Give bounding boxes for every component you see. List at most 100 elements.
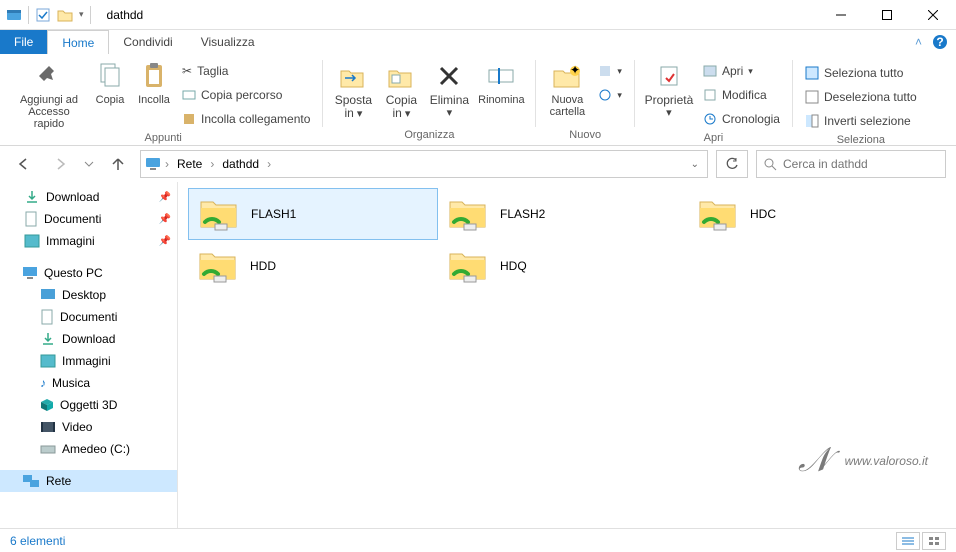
tree-download[interactable]: Download📌 (0, 186, 177, 208)
tree-documents2[interactable]: Documenti (0, 306, 177, 328)
copy-to-button[interactable]: Copia in ▾ (377, 56, 425, 120)
pc-icon (145, 157, 161, 171)
invert-selection-button[interactable]: Inverti selezione (801, 110, 921, 132)
new-item-icon (598, 64, 612, 78)
view-switcher (896, 532, 946, 550)
separator (322, 60, 323, 127)
svg-text:✦: ✦ (570, 63, 580, 77)
copy-path-button[interactable]: Copia percorso (178, 84, 314, 106)
tab-file[interactable]: File (0, 30, 47, 54)
history-button[interactable]: Cronologia (699, 108, 784, 130)
folder-item[interactable]: FLASH2 (438, 188, 688, 240)
move-to-button[interactable]: Sposta in ▾ (329, 56, 377, 120)
tree-music[interactable]: ♪Musica (0, 372, 177, 394)
tree-this-pc[interactable]: Questo PC (0, 262, 177, 284)
network-folder-icon (197, 194, 241, 234)
music-icon: ♪ (40, 376, 46, 390)
window-controls (818, 0, 956, 30)
network-folder-icon (196, 246, 240, 286)
tree-c-drive[interactable]: Amedeo (C:) (0, 438, 177, 460)
pin-icon (36, 60, 62, 92)
folder-item[interactable]: HDC (688, 188, 938, 240)
close-button[interactable] (910, 0, 956, 30)
download-icon (40, 331, 56, 347)
network-icon (22, 474, 40, 488)
tree-documents[interactable]: Documenti📌 (0, 208, 177, 230)
tree-desktop[interactable]: Desktop (0, 284, 177, 306)
group-label: Seleziona (799, 132, 923, 150)
breadcrumb-folder[interactable]: dathdd (218, 157, 263, 171)
tree-pictures[interactable]: Immagini📌 (0, 230, 177, 252)
group-label: Organizza (329, 127, 529, 145)
ribbon-collapse-icon[interactable]: ˄ (915, 35, 922, 49)
new-folder-button[interactable]: ✦ Nuova cartella (542, 56, 592, 118)
back-button[interactable] (10, 150, 38, 178)
copy-button[interactable]: Copia (88, 56, 132, 106)
tree-download2[interactable]: Download (0, 328, 177, 350)
chevron-right-icon[interactable]: › (165, 157, 169, 171)
forward-button[interactable] (46, 150, 74, 178)
search-input[interactable] (783, 157, 939, 171)
select-all-button[interactable]: Seleziona tutto (801, 62, 921, 84)
chevron-right-icon[interactable]: › (210, 157, 214, 171)
address-dropdown-icon[interactable]: ⌄ (691, 159, 699, 170)
qat-dropdown-icon[interactable]: ▾ (79, 9, 84, 20)
tree-video[interactable]: Video (0, 416, 177, 438)
tree-network[interactable]: Rete (0, 470, 177, 492)
content-pane[interactable]: FLASH1 FLASH2 HDC HDD HDQ (178, 182, 956, 528)
ribbon-tabs: File Home Condividi Visualizza ˄ ? (0, 30, 956, 54)
group-label: Nuovo (542, 127, 628, 145)
tab-share[interactable]: Condividi (109, 30, 186, 54)
status-bar: 6 elementi (0, 528, 956, 552)
tab-view[interactable]: Visualizza (187, 30, 269, 54)
details-view-button[interactable] (896, 532, 920, 550)
folder-name: FLASH2 (500, 207, 545, 221)
svg-text:?: ? (936, 35, 943, 49)
new-item-button[interactable]: ▾ (594, 60, 626, 82)
paste-shortcut-button[interactable]: Incolla collegamento (178, 108, 314, 130)
group-label: Apri (641, 130, 786, 148)
tab-home[interactable]: Home (47, 30, 109, 54)
maximize-button[interactable] (864, 0, 910, 30)
folder-item[interactable]: FLASH1 (188, 188, 438, 240)
pin-quick-access-button[interactable]: Aggiungi ad Accesso rapido (10, 56, 88, 130)
help-icon[interactable]: ? (932, 34, 948, 50)
new-folder-icon: ✦ (552, 60, 582, 92)
separator (535, 60, 536, 127)
breadcrumb-root[interactable]: Rete (173, 157, 206, 171)
minimize-button[interactable] (818, 0, 864, 30)
tree-pictures2[interactable]: Immagini (0, 350, 177, 372)
up-button[interactable] (104, 150, 132, 178)
chevron-right-icon[interactable]: › (267, 157, 271, 171)
tree-3d[interactable]: Oggetti 3D (0, 394, 177, 416)
paste-button[interactable]: Incolla (132, 56, 176, 106)
address-bar[interactable]: › Rete › dathdd › ⌄ (140, 150, 708, 178)
drive-icon (40, 443, 56, 455)
folder-small-icon[interactable] (57, 7, 73, 23)
search-box[interactable] (756, 150, 946, 178)
edit-button[interactable]: Modifica (699, 84, 784, 106)
delete-button[interactable]: Elimina▾ (425, 56, 473, 119)
rename-button[interactable]: Rinomina (473, 56, 529, 106)
easy-access-button[interactable]: ▾ (594, 84, 626, 106)
qat-checkbox-icon[interactable] (35, 7, 51, 23)
icons-view-button[interactable] (922, 532, 946, 550)
folder-name: HDC (750, 207, 776, 221)
select-none-button[interactable]: Deseleziona tutto (801, 86, 921, 108)
open-icon (703, 65, 717, 77)
folder-item[interactable]: HDQ (438, 240, 688, 292)
main-area: Download📌 Documenti📌 Immagini📌 Questo PC… (0, 182, 956, 528)
cut-button[interactable]: ✂Taglia (178, 60, 314, 82)
invert-icon (805, 114, 819, 128)
properties-icon (657, 60, 681, 92)
recent-dropdown[interactable] (82, 150, 96, 178)
folder-name: HDD (250, 259, 276, 273)
link-icon (182, 112, 196, 126)
folder-item[interactable]: HDD (188, 240, 438, 292)
open-button[interactable]: Apri ▾ (699, 60, 784, 82)
refresh-button[interactable] (716, 150, 748, 178)
properties-button[interactable]: Proprietà▾ (641, 56, 697, 119)
window-title: dathdd (97, 8, 144, 22)
video-icon (40, 421, 56, 433)
group-new: ✦ Nuova cartella ▾ ▾ Nuovo (538, 56, 632, 145)
